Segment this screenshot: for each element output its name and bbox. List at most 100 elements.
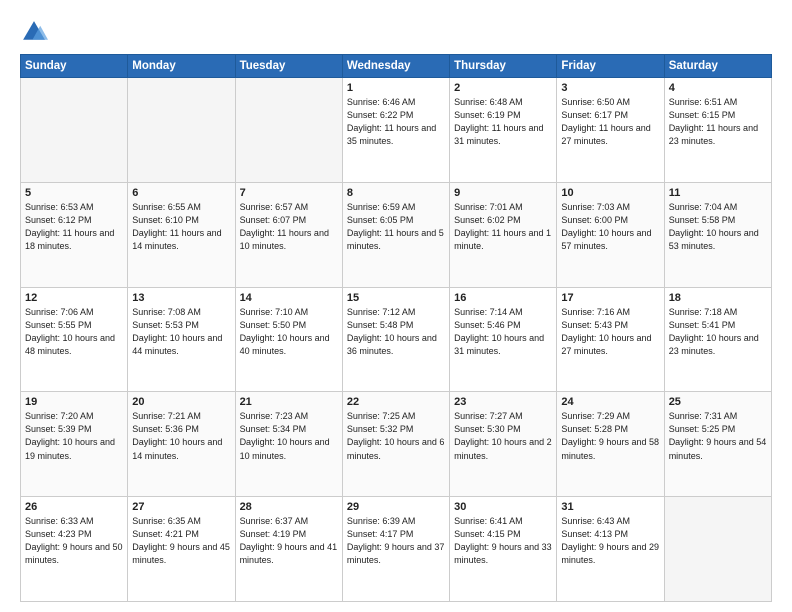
week-row-1: 5 Sunrise: 6:53 AM Sunset: 6:12 PM Daylig… — [21, 182, 772, 287]
day-number: 17 — [561, 292, 659, 304]
day-cell: 6 Sunrise: 6:55 AM Sunset: 6:10 PM Daylig… — [128, 182, 235, 287]
day-number: 30 — [454, 501, 552, 513]
day-cell: 15 Sunrise: 7:12 AM Sunset: 5:48 PM Dayli… — [342, 287, 449, 392]
day-number: 8 — [347, 187, 445, 199]
day-cell — [235, 78, 342, 183]
day-detail: Sunrise: 7:06 AM Sunset: 5:55 PM Dayligh… — [25, 306, 123, 358]
day-number: 6 — [132, 187, 230, 199]
header-cell-sunday: Sunday — [21, 55, 128, 78]
day-cell: 9 Sunrise: 7:01 AM Sunset: 6:02 PM Daylig… — [450, 182, 557, 287]
day-cell: 28 Sunrise: 6:37 AM Sunset: 4:19 PM Dayli… — [235, 497, 342, 602]
day-detail: Sunrise: 7:10 AM Sunset: 5:50 PM Dayligh… — [240, 306, 338, 358]
day-detail: Sunrise: 6:59 AM Sunset: 6:05 PM Dayligh… — [347, 201, 445, 253]
day-detail: Sunrise: 6:41 AM Sunset: 4:15 PM Dayligh… — [454, 515, 552, 567]
day-cell: 12 Sunrise: 7:06 AM Sunset: 5:55 PM Dayli… — [21, 287, 128, 392]
day-cell: 14 Sunrise: 7:10 AM Sunset: 5:50 PM Dayli… — [235, 287, 342, 392]
day-number: 11 — [669, 187, 767, 199]
day-detail: Sunrise: 6:48 AM Sunset: 6:19 PM Dayligh… — [454, 96, 552, 148]
day-detail: Sunrise: 7:01 AM Sunset: 6:02 PM Dayligh… — [454, 201, 552, 253]
day-number: 29 — [347, 501, 445, 513]
day-detail: Sunrise: 7:27 AM Sunset: 5:30 PM Dayligh… — [454, 410, 552, 462]
day-number: 14 — [240, 292, 338, 304]
day-cell: 3Sunrise: 6:50 AM Sunset: 6:17 PM Daylig… — [557, 78, 664, 183]
day-detail: Sunrise: 7:04 AM Sunset: 5:58 PM Dayligh… — [669, 201, 767, 253]
day-detail: Sunrise: 6:37 AM Sunset: 4:19 PM Dayligh… — [240, 515, 338, 567]
day-number: 31 — [561, 501, 659, 513]
day-number: 16 — [454, 292, 552, 304]
header-cell-monday: Monday — [128, 55, 235, 78]
day-number: 13 — [132, 292, 230, 304]
day-number: 25 — [669, 396, 767, 408]
day-cell: 11 Sunrise: 7:04 AM Sunset: 5:58 PM Dayli… — [664, 182, 771, 287]
day-detail: Sunrise: 7:12 AM Sunset: 5:48 PM Dayligh… — [347, 306, 445, 358]
day-detail: Sunrise: 7:29 AM Sunset: 5:28 PM Dayligh… — [561, 410, 659, 462]
day-detail: Sunrise: 7:14 AM Sunset: 5:46 PM Dayligh… — [454, 306, 552, 358]
week-row-3: 19 Sunrise: 7:20 AM Sunset: 5:39 PM Dayli… — [21, 392, 772, 497]
day-cell: 1Sunrise: 6:46 AM Sunset: 6:22 PM Daylig… — [342, 78, 449, 183]
day-number: 28 — [240, 501, 338, 513]
day-detail: Sunrise: 6:53 AM Sunset: 6:12 PM Dayligh… — [25, 201, 123, 253]
day-cell: 20 Sunrise: 7:21 AM Sunset: 5:36 PM Dayli… — [128, 392, 235, 497]
day-detail: Sunrise: 6:46 AM Sunset: 6:22 PM Dayligh… — [347, 96, 445, 148]
calendar-table: SundayMondayTuesdayWednesdayThursdayFrid… — [20, 54, 772, 602]
header-cell-thursday: Thursday — [450, 55, 557, 78]
day-detail: Sunrise: 6:33 AM Sunset: 4:23 PM Dayligh… — [25, 515, 123, 567]
day-detail: Sunrise: 7:18 AM Sunset: 5:41 PM Dayligh… — [669, 306, 767, 358]
day-number: 23 — [454, 396, 552, 408]
day-number: 19 — [25, 396, 123, 408]
logo — [20, 18, 52, 46]
day-cell: 22 Sunrise: 7:25 AM Sunset: 5:32 PM Dayli… — [342, 392, 449, 497]
header — [20, 18, 772, 46]
day-cell: 17 Sunrise: 7:16 AM Sunset: 5:43 PM Dayli… — [557, 287, 664, 392]
day-detail: Sunrise: 6:35 AM Sunset: 4:21 PM Dayligh… — [132, 515, 230, 567]
day-number: 24 — [561, 396, 659, 408]
day-cell: 8 Sunrise: 6:59 AM Sunset: 6:05 PM Daylig… — [342, 182, 449, 287]
day-number: 3 — [561, 82, 659, 94]
week-row-4: 26 Sunrise: 6:33 AM Sunset: 4:23 PM Dayli… — [21, 497, 772, 602]
day-cell: 7 Sunrise: 6:57 AM Sunset: 6:07 PM Daylig… — [235, 182, 342, 287]
week-row-2: 12 Sunrise: 7:06 AM Sunset: 5:55 PM Dayli… — [21, 287, 772, 392]
logo-icon — [20, 18, 48, 46]
day-number: 26 — [25, 501, 123, 513]
day-cell: 18Sunrise: 7:18 AM Sunset: 5:41 PM Dayli… — [664, 287, 771, 392]
day-number: 22 — [347, 396, 445, 408]
day-detail: Sunrise: 7:03 AM Sunset: 6:00 PM Dayligh… — [561, 201, 659, 253]
day-detail: Sunrise: 6:55 AM Sunset: 6:10 PM Dayligh… — [132, 201, 230, 253]
day-detail: Sunrise: 7:21 AM Sunset: 5:36 PM Dayligh… — [132, 410, 230, 462]
day-number: 12 — [25, 292, 123, 304]
week-row-0: 1Sunrise: 6:46 AM Sunset: 6:22 PM Daylig… — [21, 78, 772, 183]
day-detail: Sunrise: 7:25 AM Sunset: 5:32 PM Dayligh… — [347, 410, 445, 462]
day-number: 7 — [240, 187, 338, 199]
day-cell: 23 Sunrise: 7:27 AM Sunset: 5:30 PM Dayli… — [450, 392, 557, 497]
day-detail: Sunrise: 7:08 AM Sunset: 5:53 PM Dayligh… — [132, 306, 230, 358]
day-number: 10 — [561, 187, 659, 199]
day-cell: 13 Sunrise: 7:08 AM Sunset: 5:53 PM Dayli… — [128, 287, 235, 392]
day-cell: 25Sunrise: 7:31 AM Sunset: 5:25 PM Dayli… — [664, 392, 771, 497]
day-cell: 5 Sunrise: 6:53 AM Sunset: 6:12 PM Daylig… — [21, 182, 128, 287]
day-cell: 4Sunrise: 6:51 AM Sunset: 6:15 PM Daylig… — [664, 78, 771, 183]
day-cell: 29 Sunrise: 6:39 AM Sunset: 4:17 PM Dayli… — [342, 497, 449, 602]
day-number: 9 — [454, 187, 552, 199]
day-cell: 30 Sunrise: 6:41 AM Sunset: 4:15 PM Dayli… — [450, 497, 557, 602]
day-detail: Sunrise: 6:39 AM Sunset: 4:17 PM Dayligh… — [347, 515, 445, 567]
day-number: 5 — [25, 187, 123, 199]
day-cell: 19 Sunrise: 7:20 AM Sunset: 5:39 PM Dayli… — [21, 392, 128, 497]
header-cell-tuesday: Tuesday — [235, 55, 342, 78]
day-cell: 10 Sunrise: 7:03 AM Sunset: 6:00 PM Dayli… — [557, 182, 664, 287]
day-cell: 26 Sunrise: 6:33 AM Sunset: 4:23 PM Dayli… — [21, 497, 128, 602]
day-detail: Sunrise: 6:57 AM Sunset: 6:07 PM Dayligh… — [240, 201, 338, 253]
day-cell — [128, 78, 235, 183]
day-detail: Sunrise: 6:51 AM Sunset: 6:15 PM Dayligh… — [669, 96, 767, 148]
day-detail: Sunrise: 7:20 AM Sunset: 5:39 PM Dayligh… — [25, 410, 123, 462]
day-number: 27 — [132, 501, 230, 513]
day-detail: Sunrise: 6:43 AM Sunset: 4:13 PM Dayligh… — [561, 515, 659, 567]
day-detail: Sunrise: 7:16 AM Sunset: 5:43 PM Dayligh… — [561, 306, 659, 358]
day-cell — [21, 78, 128, 183]
day-cell: 21Sunrise: 7:23 AM Sunset: 5:34 PM Dayli… — [235, 392, 342, 497]
day-number: 15 — [347, 292, 445, 304]
day-number: 2 — [454, 82, 552, 94]
day-number: 20 — [132, 396, 230, 408]
header-cell-saturday: Saturday — [664, 55, 771, 78]
day-cell: 16 Sunrise: 7:14 AM Sunset: 5:46 PM Dayli… — [450, 287, 557, 392]
day-cell: 24 Sunrise: 7:29 AM Sunset: 5:28 PM Dayli… — [557, 392, 664, 497]
